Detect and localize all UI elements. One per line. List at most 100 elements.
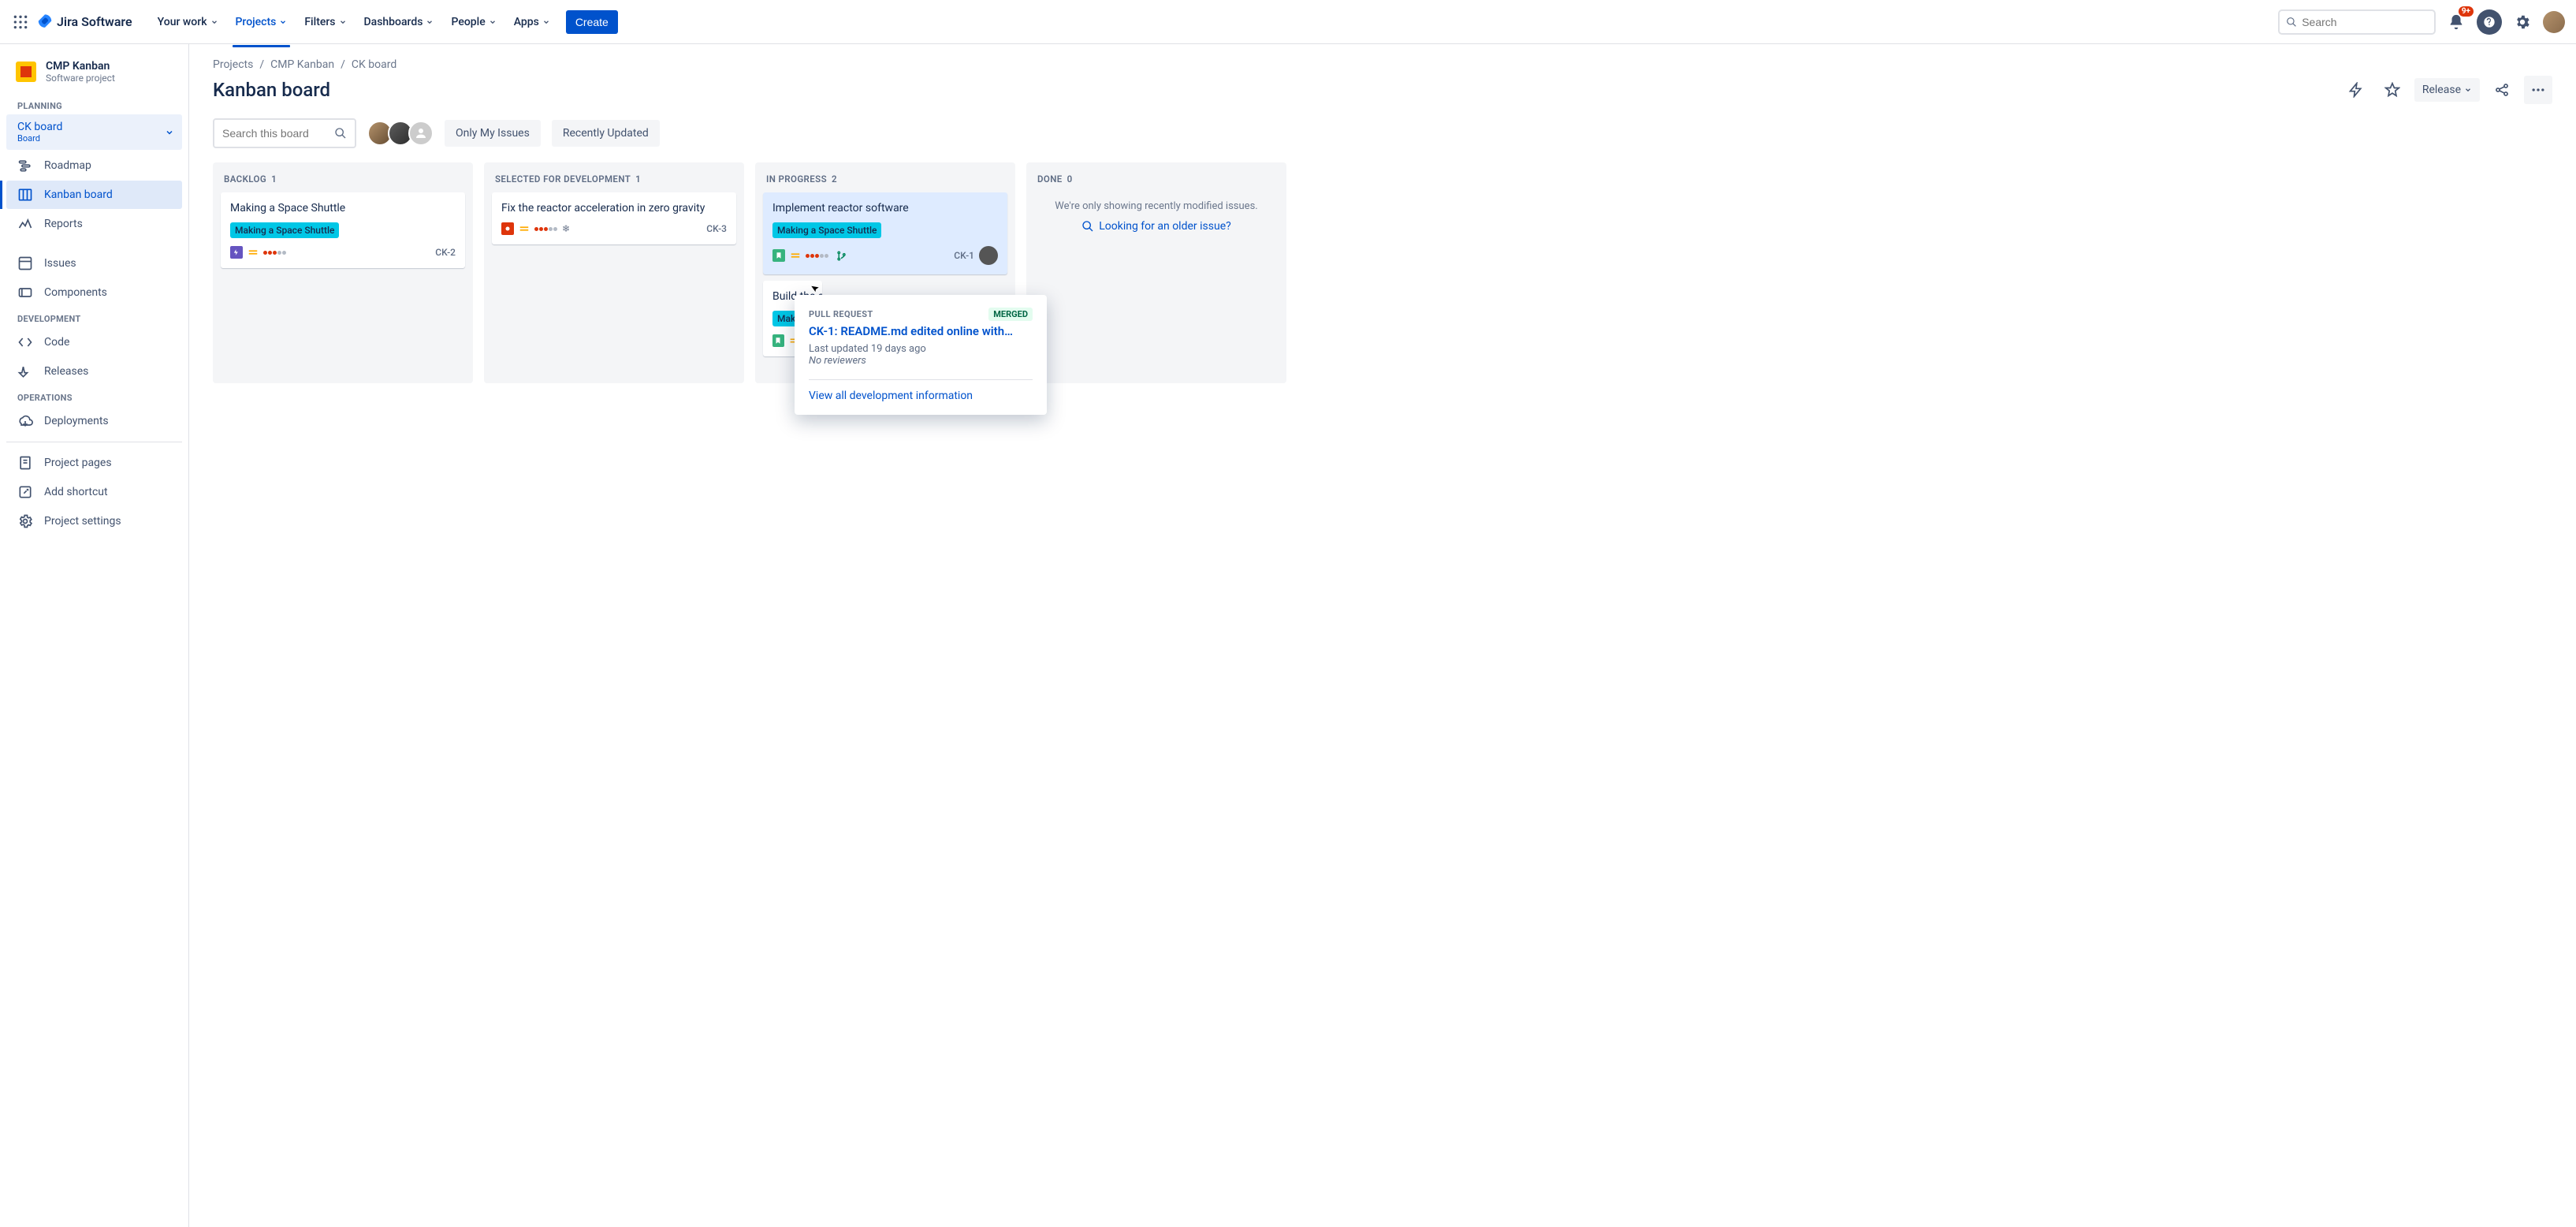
search-icon bbox=[1081, 220, 1094, 233]
priority-medium-icon bbox=[519, 223, 530, 234]
search-input[interactable] bbox=[2302, 16, 2428, 28]
sidebar-deployments[interactable]: Deployments bbox=[6, 407, 182, 435]
filter-only-my-issues[interactable]: Only My Issues bbox=[445, 120, 541, 147]
sidebar-reports[interactable]: Reports bbox=[6, 210, 182, 238]
issues-icon bbox=[17, 255, 33, 271]
epic-type-icon bbox=[230, 246, 243, 259]
bug-type-icon bbox=[501, 222, 514, 235]
notifications-icon[interactable]: 9+ bbox=[2444, 9, 2469, 35]
pr-updated: Last updated 19 days ago bbox=[809, 343, 1033, 355]
pr-title[interactable]: CK-1: README.md edited online with… bbox=[809, 324, 1033, 338]
project-header[interactable]: CMP Kanban Software project bbox=[6, 57, 182, 95]
assignee-avatar[interactable] bbox=[979, 246, 998, 265]
sidebar-issues[interactable]: Issues bbox=[6, 249, 182, 278]
avatar-unassigned[interactable] bbox=[408, 121, 434, 146]
done-empty-text: We're only showing recently modified iss… bbox=[1037, 200, 1275, 212]
nav-apps[interactable]: Apps bbox=[506, 11, 558, 33]
search-icon bbox=[334, 127, 347, 140]
code-icon bbox=[17, 334, 33, 350]
nav-dashboards[interactable]: Dashboards bbox=[356, 11, 442, 33]
main-content: Projects / CMP Kanban / CK board Kanban … bbox=[189, 44, 2576, 1227]
card-ck-3[interactable]: Fix the reactor acceleration in zero gra… bbox=[492, 192, 736, 244]
freeze-icon: ❄ bbox=[562, 223, 570, 234]
reports-icon bbox=[17, 216, 33, 232]
board-selector[interactable]: CK board Board bbox=[6, 114, 182, 150]
assignee-filter bbox=[367, 121, 434, 146]
page-title: Kanban board bbox=[213, 79, 330, 101]
board-search-input[interactable] bbox=[222, 127, 347, 140]
sidebar-kanban-board[interactable]: Kanban board bbox=[6, 181, 182, 209]
breadcrumb-projects[interactable]: Projects bbox=[213, 58, 253, 71]
project-type: Software project bbox=[46, 73, 115, 84]
help-icon[interactable] bbox=[2477, 9, 2502, 35]
components-icon bbox=[17, 285, 33, 300]
cursor-icon bbox=[809, 282, 823, 296]
view-dev-info-link[interactable]: View all development information bbox=[809, 390, 1033, 402]
sidebar-project-settings[interactable]: Project settings bbox=[6, 507, 182, 535]
share-icon[interactable] bbox=[2488, 76, 2516, 104]
epic-tag[interactable]: Making a Space Shuttle bbox=[230, 222, 339, 238]
jira-logo[interactable]: Jira Software bbox=[36, 13, 132, 31]
planning-section-label: PLANNING bbox=[6, 95, 182, 114]
notification-badge: 9+ bbox=[2459, 6, 2474, 17]
column-done[interactable]: DONE 0 We're only showing recently modif… bbox=[1026, 162, 1286, 383]
board-icon bbox=[17, 187, 33, 203]
breadcrumb-project[interactable]: CMP Kanban bbox=[270, 58, 334, 71]
pr-label: PULL REQUEST bbox=[809, 309, 873, 319]
sidebar-project-pages[interactable]: Project pages bbox=[6, 449, 182, 477]
project-name: CMP Kanban bbox=[46, 60, 115, 73]
app-switcher-icon[interactable] bbox=[11, 13, 30, 32]
filter-recently-updated[interactable]: Recently Updated bbox=[552, 120, 660, 147]
sidebar-code[interactable]: Code bbox=[6, 328, 182, 356]
breadcrumb-board[interactable]: CK board bbox=[352, 58, 396, 71]
page-actions: Release bbox=[2342, 76, 2552, 104]
priority-medium-icon bbox=[248, 247, 259, 258]
global-search[interactable] bbox=[2278, 9, 2436, 35]
card-ck-2[interactable]: Making a Space Shuttle Making a Space Sh… bbox=[221, 192, 465, 268]
release-button[interactable]: Release bbox=[2414, 78, 2480, 102]
gear-icon bbox=[17, 513, 33, 529]
releases-icon bbox=[17, 364, 33, 379]
sidebar-releases[interactable]: Releases bbox=[6, 357, 182, 386]
sidebar-roadmap[interactable]: Roadmap bbox=[6, 151, 182, 180]
days-dots bbox=[263, 251, 286, 255]
top-nav: Jira Software Your work Projects Filters… bbox=[0, 0, 2576, 44]
ops-section-label: OPERATIONS bbox=[6, 386, 182, 406]
dev-popover: PULL REQUEST MERGED CK-1: README.md edit… bbox=[795, 295, 1047, 415]
nav-projects[interactable]: Projects bbox=[228, 11, 296, 33]
shortcut-icon bbox=[17, 484, 33, 500]
breadcrumb: Projects / CMP Kanban / CK board bbox=[213, 58, 2552, 71]
kanban-board: BACKLOG 1 Making a Space Shuttle Making … bbox=[213, 162, 2552, 383]
older-issue-link[interactable]: Looking for an older issue? bbox=[1081, 220, 1231, 233]
automation-icon[interactable] bbox=[2342, 76, 2370, 104]
epic-tag[interactable]: Making a Space Shuttle bbox=[772, 222, 881, 238]
pages-icon bbox=[17, 455, 33, 471]
priority-medium-icon bbox=[790, 250, 801, 261]
story-type-icon bbox=[772, 334, 784, 347]
search-icon bbox=[2286, 16, 2297, 28]
deployments-icon bbox=[17, 413, 33, 429]
card-ck-1[interactable]: Implement reactor software Making a Spac… bbox=[763, 192, 1007, 274]
create-button[interactable]: Create bbox=[566, 10, 618, 34]
days-dots bbox=[534, 227, 557, 231]
column-backlog[interactable]: BACKLOG 1 Making a Space Shuttle Making … bbox=[213, 162, 473, 383]
days-dots bbox=[806, 254, 828, 258]
sidebar-add-shortcut[interactable]: Add shortcut bbox=[6, 478, 182, 506]
nav-your-work[interactable]: Your work bbox=[150, 11, 226, 33]
settings-icon[interactable] bbox=[2510, 9, 2535, 35]
star-icon[interactable] bbox=[2378, 76, 2407, 104]
nav-filters[interactable]: Filters bbox=[296, 11, 354, 33]
project-icon bbox=[16, 62, 36, 82]
board-search[interactable] bbox=[213, 118, 356, 148]
chevron-down-icon bbox=[165, 128, 174, 137]
more-icon[interactable] bbox=[2524, 76, 2552, 104]
nav-people[interactable]: People bbox=[443, 11, 504, 33]
sidebar-components[interactable]: Components bbox=[6, 278, 182, 307]
column-selected[interactable]: SELECTED FOR DEVELOPMENT 1 Fix the react… bbox=[484, 162, 744, 383]
profile-avatar[interactable] bbox=[2543, 11, 2565, 33]
dev-section-label: DEVELOPMENT bbox=[6, 308, 182, 327]
nav-items: Your work Projects Filters Dashboards Pe… bbox=[150, 11, 558, 33]
product-name: Jira Software bbox=[57, 14, 132, 29]
branch-icon[interactable] bbox=[833, 248, 849, 263]
roadmap-icon bbox=[17, 158, 33, 173]
